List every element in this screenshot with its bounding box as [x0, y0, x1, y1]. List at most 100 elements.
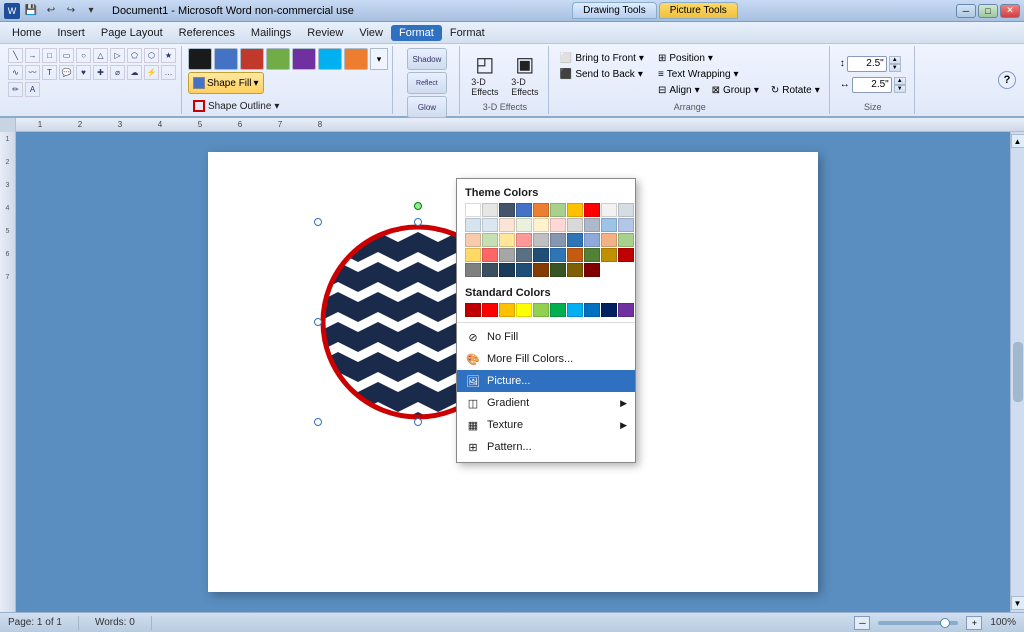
theme-color-cell[interactable] [516, 203, 532, 217]
shadow-button[interactable]: Shadow [407, 48, 447, 70]
swatch-blue[interactable] [214, 48, 238, 70]
height-input[interactable] [847, 56, 887, 72]
theme-color-cell[interactable] [465, 233, 481, 247]
theme-color-cell[interactable] [482, 263, 498, 277]
glow-button[interactable]: Glow [407, 96, 447, 118]
more-styles-button[interactable]: ▾ [370, 48, 388, 70]
theme-color-cell[interactable] [516, 233, 532, 247]
theme-color-cell[interactable] [584, 248, 600, 262]
theme-color-cell[interactable] [550, 248, 566, 262]
standard-color-cell[interactable] [482, 303, 498, 317]
gradient-item[interactable]: ◫ Gradient ▶ [457, 392, 635, 414]
handle-bot-center[interactable] [414, 418, 422, 426]
no-fill-item[interactable]: ⊘ No Fill [457, 326, 635, 348]
threed-depth-button[interactable]: ▣ 3-DEffects [506, 49, 544, 99]
swatch-red[interactable] [240, 48, 264, 70]
standard-color-cell[interactable] [584, 303, 600, 317]
handle-top-left[interactable] [314, 218, 322, 226]
more-fill-colors-item[interactable]: 🎨 More Fill Colors... [457, 348, 635, 370]
theme-color-cell[interactable] [499, 233, 515, 247]
oval-shape[interactable]: ○ [76, 48, 91, 63]
handle-top-center[interactable] [414, 218, 422, 226]
theme-color-cell[interactable] [601, 203, 617, 217]
standard-color-cell[interactable] [550, 303, 566, 317]
swatch-green[interactable] [266, 48, 290, 70]
send-to-back-button[interactable]: ⬛ Send to Back ▾ [555, 67, 649, 82]
width-up-button[interactable]: ▲ [894, 77, 906, 85]
handle-mid-left[interactable] [314, 318, 322, 326]
cross-shape[interactable]: ✚ [93, 65, 108, 80]
theme-color-cell[interactable] [584, 218, 600, 232]
maximize-button[interactable]: □ [978, 4, 998, 18]
ribbon-shape[interactable]: ⌀ [110, 65, 125, 80]
rotate-button[interactable]: ↻ Rotate ▾ [766, 83, 825, 98]
theme-color-cell[interactable] [533, 263, 549, 277]
theme-color-cell[interactable] [516, 218, 532, 232]
theme-color-cell[interactable] [584, 203, 600, 217]
picture-tools-tab[interactable]: Picture Tools [659, 2, 738, 19]
line-shape[interactable]: ╲ [8, 48, 23, 63]
undo-button[interactable]: ↩ [42, 2, 60, 20]
theme-color-cell[interactable] [482, 248, 498, 262]
zoom-in-button[interactable]: + [966, 616, 982, 630]
zoom-slider[interactable] [878, 621, 958, 625]
standard-color-cell[interactable] [533, 303, 549, 317]
freeform-shape[interactable]: 〰 [25, 65, 40, 80]
drawing-tools-tab[interactable]: Drawing Tools [572, 2, 657, 19]
arrow-shape[interactable]: → [25, 48, 40, 63]
textbox2-shape[interactable]: A [25, 82, 40, 97]
theme-color-cell[interactable] [499, 263, 515, 277]
vertical-scrollbar[interactable]: ▲ ▼ [1010, 132, 1024, 612]
theme-color-cell[interactable] [618, 248, 634, 262]
theme-color-cell[interactable] [567, 233, 583, 247]
penta-shape[interactable]: ⬠ [127, 48, 142, 63]
heart-shape[interactable]: ♥ [76, 65, 91, 80]
triangle-shape[interactable]: △ [93, 48, 108, 63]
group-button[interactable]: ⊠ Group ▾ [707, 83, 764, 98]
bring-to-front-button[interactable]: ⬜ Bring to Front ▾ [555, 51, 649, 66]
width-input[interactable] [852, 77, 892, 93]
shape-outline-button[interactable]: Shape Outline ▾ [188, 96, 284, 116]
curve-shape[interactable]: ∿ [8, 65, 23, 80]
standard-color-cell[interactable] [499, 303, 515, 317]
help-button[interactable]: ? [998, 71, 1016, 89]
standard-color-cell[interactable] [618, 303, 634, 317]
theme-color-cell[interactable] [482, 203, 498, 217]
menu-format-2[interactable]: Format [442, 25, 493, 41]
edit-shape[interactable]: ✏ [8, 82, 23, 97]
callout-shape[interactable]: 💬 [59, 65, 74, 80]
height-down-button[interactable]: ▼ [889, 64, 901, 72]
scroll-thumb[interactable] [1013, 342, 1023, 402]
menu-format-1[interactable]: Format [391, 25, 442, 41]
theme-color-cell[interactable] [482, 218, 498, 232]
theme-color-cell[interactable] [533, 248, 549, 262]
theme-color-cell[interactable] [516, 263, 532, 277]
menu-view[interactable]: View [351, 25, 391, 41]
rtri-shape[interactable]: ▷ [110, 48, 125, 63]
swatch-black[interactable] [188, 48, 212, 70]
scroll-down-button[interactable]: ▼ [1011, 596, 1024, 610]
theme-color-cell[interactable] [516, 248, 532, 262]
textbox-shape[interactable]: T [42, 65, 57, 80]
minimize-button[interactable]: ─ [956, 4, 976, 18]
theme-color-cell[interactable] [533, 233, 549, 247]
save-button[interactable]: 💾 [22, 2, 40, 20]
swatch-orange[interactable] [344, 48, 368, 70]
theme-color-cell[interactable] [465, 218, 481, 232]
theme-color-cell[interactable] [567, 203, 583, 217]
menu-page-layout[interactable]: Page Layout [93, 25, 171, 41]
shape-fill-button[interactable]: Shape Fill ▾ [188, 72, 264, 94]
menu-home[interactable]: Home [4, 25, 49, 41]
theme-color-cell[interactable] [601, 233, 617, 247]
theme-color-cell[interactable] [567, 218, 583, 232]
theme-color-cell[interactable] [584, 233, 600, 247]
width-down-button[interactable]: ▼ [894, 85, 906, 93]
zoom-out-button[interactable]: ─ [854, 616, 870, 630]
theme-color-cell[interactable] [601, 248, 617, 262]
picture-item[interactable]: 🖼 Picture... [457, 370, 635, 392]
cloud-shape[interactable]: ☁ [127, 65, 142, 80]
standard-color-cell[interactable] [567, 303, 583, 317]
theme-color-cell[interactable] [550, 233, 566, 247]
theme-color-cell[interactable] [465, 248, 481, 262]
handle-bot-left[interactable] [314, 418, 322, 426]
